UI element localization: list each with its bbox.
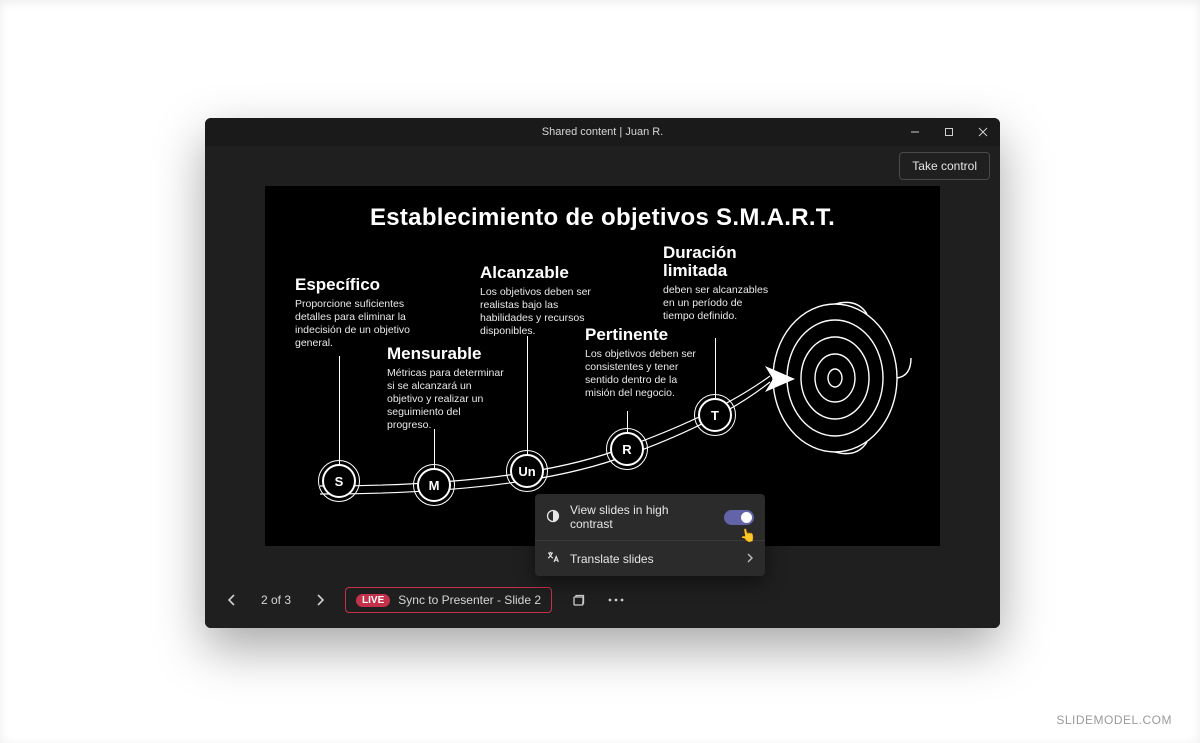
leader-line [527, 336, 528, 456]
smart-heading: Mensurable [387, 345, 507, 363]
smart-node-s: S [322, 464, 356, 498]
smart-body: Métricas para determinar si se alcanzará… [387, 367, 507, 433]
target-graphic [757, 286, 922, 461]
more-options-button[interactable] [604, 588, 628, 612]
live-badge: LIVE [356, 594, 390, 607]
toggle-on-icon [724, 510, 754, 525]
translate-icon [546, 550, 560, 567]
leader-line [715, 338, 716, 400]
chevron-right-icon [746, 552, 754, 566]
window-close-button[interactable] [966, 118, 1000, 146]
smart-node-a: Un [510, 454, 544, 488]
popout-slides-button[interactable] [566, 588, 590, 612]
window-minimize-button[interactable] [898, 118, 932, 146]
titlebar-controls [898, 118, 1000, 146]
toolbar: Take control [205, 146, 1000, 186]
smart-col-a: Alcanzable Los objetivos deben ser reali… [480, 264, 600, 338]
slide-canvas: Establecimiento de objetivos S.M.A.R.T. [265, 186, 940, 546]
node-letter: T [711, 408, 719, 423]
smart-heading: Específico [295, 276, 410, 294]
smart-heading: Alcanzable [480, 264, 600, 282]
prev-slide-button[interactable] [221, 589, 243, 611]
page-indicator: 2 of 3 [261, 593, 291, 607]
smart-heading: Pertinente [585, 326, 705, 344]
popup-translate-label: Translate slides [570, 552, 736, 566]
smart-body: Los objetivos deben ser consistentes y t… [585, 348, 705, 401]
smart-body: Proporcione suficientes detalles para el… [295, 298, 410, 351]
node-letter: M [429, 478, 440, 493]
sync-label: Sync to Presenter - Slide 2 [398, 593, 541, 607]
smart-col-s: Específico Proporcione suficientes detal… [295, 276, 410, 350]
more-options-popup: View slides in high contrast 👆 Translate… [535, 494, 765, 576]
smart-col-r: Pertinente Los objetivos deben ser consi… [585, 326, 705, 400]
leader-line [339, 356, 340, 466]
window-title: Shared content | Juan R. [542, 126, 664, 138]
smart-col-m: Mensurable Métricas para determinar si s… [387, 345, 507, 432]
popup-high-contrast-toggle[interactable]: View slides in high contrast 👆 [535, 494, 765, 540]
shared-content-window: Shared content | Juan R. Take control Es… [205, 118, 1000, 628]
take-control-button[interactable]: Take control [899, 152, 990, 180]
smart-node-r: R [610, 432, 644, 466]
next-slide-button[interactable] [309, 589, 331, 611]
bottom-bar: 2 of 3 LIVE Sync to Presenter - Slide 2 … [205, 572, 1000, 628]
node-letter: Un [518, 464, 535, 479]
popup-high-contrast-label: View slides in high contrast [570, 503, 714, 531]
window-maximize-button[interactable] [932, 118, 966, 146]
contrast-icon [546, 509, 560, 526]
watermark: SLIDEMODEL.COM [1056, 713, 1172, 727]
sync-to-presenter-button[interactable]: LIVE Sync to Presenter - Slide 2 [345, 587, 552, 613]
smart-body: deben ser alcanzables en un período de t… [663, 284, 773, 323]
node-letter: S [335, 474, 344, 489]
node-letter: R [622, 442, 631, 457]
titlebar: Shared content | Juan R. [205, 118, 1000, 146]
smart-node-m: M [417, 468, 451, 502]
popup-translate-slides[interactable]: Translate slides [535, 540, 765, 576]
smart-heading: Duración limitada [663, 244, 773, 280]
smart-body: Los objetivos deben ser realistas bajo l… [480, 286, 600, 339]
smart-col-t: Duración limitada deben ser alcanzables … [663, 244, 773, 323]
smart-node-t: T [698, 398, 732, 432]
